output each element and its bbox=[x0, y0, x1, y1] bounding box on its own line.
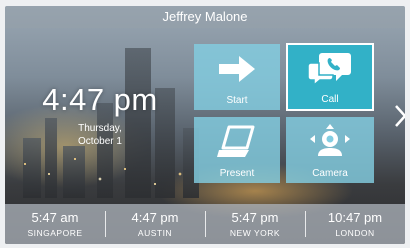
arrow-right-icon bbox=[219, 56, 255, 82]
present-tile-label: Present bbox=[219, 168, 255, 179]
world-clocks-bar: 5:47 am SINGAPORE 4:47 pm AUSTIN 5:47 pm… bbox=[5, 204, 405, 244]
world-clock-city: LONDON bbox=[335, 228, 375, 238]
world-clock-time: 5:47 am bbox=[31, 210, 79, 225]
laptop-icon bbox=[217, 125, 255, 157]
world-clock-singapore: 5:47 am SINGAPORE bbox=[5, 204, 105, 244]
camera-icon bbox=[310, 124, 350, 156]
current-time: 4:47 pm bbox=[42, 82, 158, 117]
world-clock-london: 10:47 pm LONDON bbox=[305, 204, 405, 244]
world-clock-city: NEW YORK bbox=[229, 228, 281, 238]
chevron-right-icon[interactable] bbox=[393, 104, 405, 128]
world-clock-city: SINGAPORE bbox=[27, 228, 83, 238]
start-tile[interactable]: Start bbox=[194, 44, 280, 110]
call-tile[interactable]: Call bbox=[286, 43, 374, 111]
world-clock-time: 4:47 pm bbox=[131, 210, 179, 225]
world-clock-austin: 4:47 pm AUSTIN bbox=[105, 204, 205, 244]
current-date: October 1 bbox=[78, 136, 122, 147]
world-clock-time: 5:47 pm bbox=[231, 210, 279, 225]
device-frame: Jeffrey Malone 4:47 pm Thursday, October… bbox=[0, 0, 410, 248]
world-clock-time: 10:47 pm bbox=[327, 210, 383, 225]
call-tile-label: Call bbox=[321, 94, 339, 105]
chat-phone-icon bbox=[308, 53, 351, 87]
world-clock-city: AUSTIN bbox=[137, 228, 173, 238]
main-clock: 4:47 pm Thursday, October 1 bbox=[25, 82, 175, 148]
header-bar: Jeffrey Malone bbox=[5, 6, 405, 28]
current-day: Thursday, bbox=[78, 123, 122, 134]
present-tile[interactable]: Present bbox=[194, 117, 280, 183]
world-clock-new-york: 5:47 pm NEW YORK bbox=[205, 204, 305, 244]
start-tile-label: Start bbox=[226, 95, 248, 106]
camera-tile[interactable]: Camera bbox=[286, 117, 374, 183]
user-name: Jeffrey Malone bbox=[162, 9, 248, 24]
camera-tile-label: Camera bbox=[312, 168, 348, 179]
home-screen: Jeffrey Malone 4:47 pm Thursday, October… bbox=[5, 6, 405, 244]
